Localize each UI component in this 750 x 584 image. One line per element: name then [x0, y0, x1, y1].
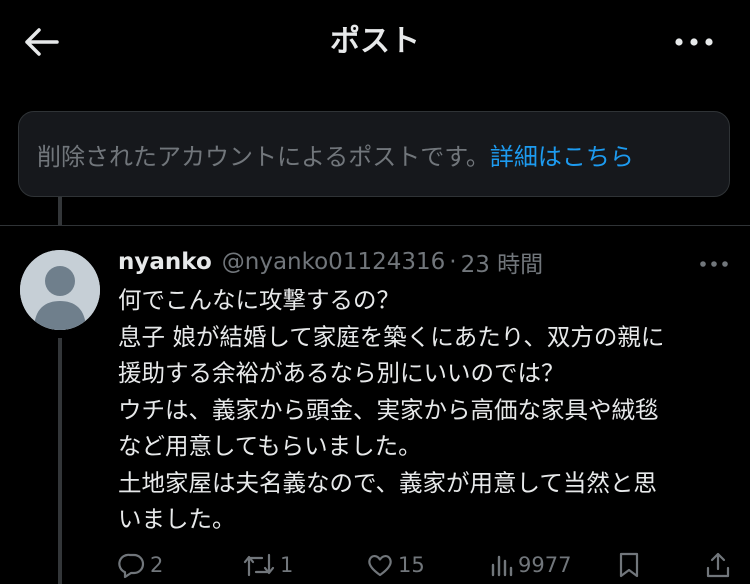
post-text-line: など用意してもらいました。: [118, 432, 422, 460]
page-title: ポスト: [330, 24, 420, 59]
share-button[interactable]: [704, 546, 732, 584]
separator-dot: ·: [449, 249, 457, 275]
more-horizontal-icon: [675, 38, 713, 46]
display-name[interactable]: nyanko: [118, 249, 212, 275]
post-text-line: 土地家屋は夫名義なので、義家が用意して当然と思: [118, 468, 657, 497]
notice-text: 削除されたアカウントによるポストです。: [37, 142, 490, 171]
thread-connector-top: [58, 197, 62, 225]
reply-count: 2: [150, 553, 164, 577]
like-button[interactable]: 15: [366, 546, 425, 584]
post-header: nyanko @nyanko01124316 · 23 時間: [118, 245, 543, 279]
default-avatar-icon: [20, 250, 100, 330]
thread-line: [58, 338, 62, 584]
more-horizontal-icon: [700, 261, 728, 267]
post-more-button[interactable]: [694, 252, 734, 276]
post-text: 何でこんなに攻撃するの？ 息子 娘が結婚して家庭を築くにあたり、双方の親に 援助…: [118, 282, 730, 538]
bookmark-button[interactable]: [616, 546, 642, 584]
repost-button[interactable]: 1: [242, 546, 293, 584]
like-icon: [368, 554, 392, 577]
avatar[interactable]: [20, 250, 100, 330]
top-bar: ポスト: [0, 0, 750, 85]
user-handle[interactable]: @nyanko01124316: [222, 249, 446, 275]
post-text-line: 援助する余裕があるなら別にいいのでは？: [118, 359, 565, 387]
post-text-line: 息子 娘が結婚して家庭を築くにあたり、双方の親に: [118, 322, 665, 351]
deleted-account-notice: 削除されたアカウントによるポストです。 詳細はこちら: [18, 111, 730, 197]
view-count: 9977: [518, 553, 572, 577]
post-text-line: いました。: [118, 505, 236, 533]
timestamp[interactable]: 23 時間: [461, 245, 544, 279]
more-options-button[interactable]: [664, 22, 724, 62]
reply-icon: [118, 553, 145, 579]
reply-button[interactable]: 2: [118, 546, 163, 584]
learn-more-link[interactable]: 詳細はこちら: [490, 137, 634, 172]
views-button[interactable]: 9977: [490, 546, 571, 584]
like-count: 15: [398, 553, 425, 577]
action-bar: 2 1 15 9977: [118, 546, 738, 584]
post-text-line: 何でこんなに攻撃するの？: [118, 286, 400, 314]
repost-icon: [243, 553, 275, 577]
views-icon: [491, 555, 513, 577]
divider: [0, 225, 750, 226]
bookmark-icon: [619, 552, 639, 578]
share-icon: [706, 552, 730, 578]
post-screen: ポスト 削除されたアカウントによるポストです。 詳細はこちら nyanko @n…: [0, 0, 750, 584]
repost-count: 1: [280, 553, 294, 577]
post-text-line: ウチは、義家から頭金、実家から高価な家具や絨毯: [118, 395, 659, 424]
